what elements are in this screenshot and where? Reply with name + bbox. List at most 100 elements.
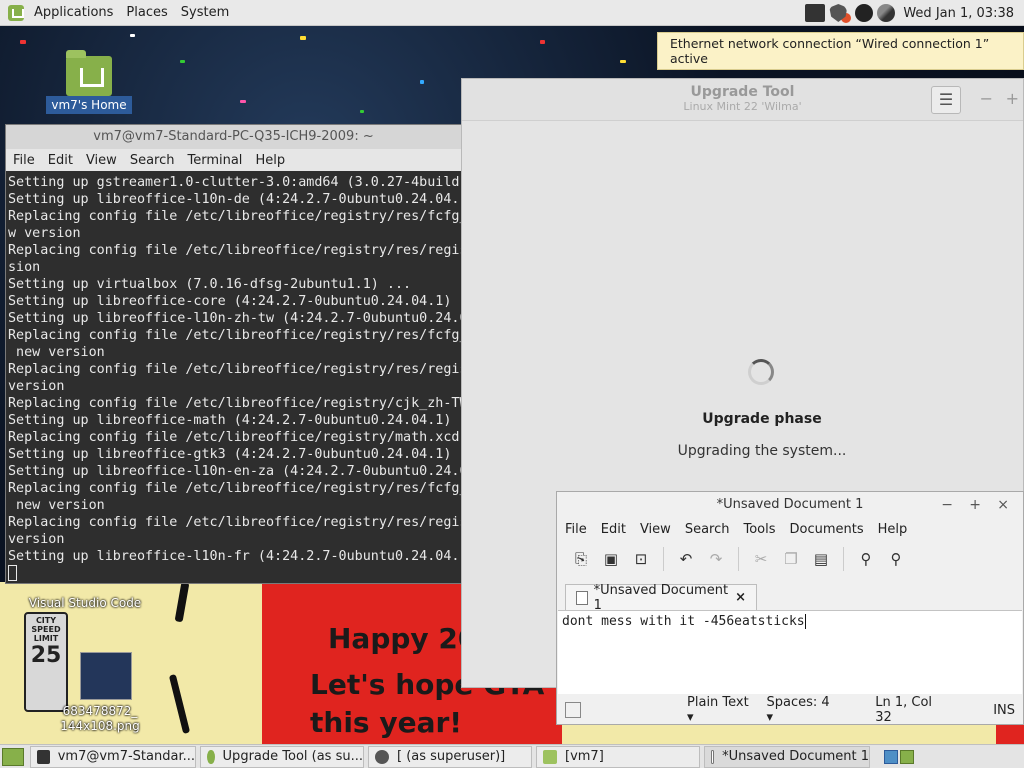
vscode-icon-label: Visual Studio Code [28, 596, 142, 610]
bottom-panel: vm7@vm7-Standar... Upgrade Tool (as su..… [0, 744, 1024, 768]
vscode-desktop-icon[interactable]: Visual Studio Code [22, 596, 148, 610]
cursor-position[interactable]: Ln 1, Col 32 [867, 695, 951, 725]
save-document-icon[interactable]: ⊡ [627, 545, 655, 573]
terminal-menu-file[interactable]: File [6, 153, 41, 168]
confetti [300, 36, 306, 40]
tab-label: *Unsaved Document 1 [593, 582, 729, 613]
home-folder-icon[interactable] [66, 50, 112, 96]
editor-minimize-icon[interactable]: − [941, 492, 953, 518]
find-replace-icon[interactable]: ⚲ [882, 545, 910, 573]
terminal-menu-view[interactable]: View [79, 153, 123, 168]
editor-close-icon[interactable]: × [997, 492, 1009, 518]
copy-icon[interactable]: ❐ [777, 545, 805, 573]
workspace-1-icon[interactable] [884, 749, 898, 764]
confetti [240, 100, 246, 103]
find-icon[interactable]: ⚲ [852, 545, 880, 573]
poster-scribble [174, 582, 190, 623]
tab-close-icon[interactable]: × [735, 590, 746, 605]
upgrade-tool-headerbar[interactable]: Upgrade Tool Linux Mint 22 'Wilma' ☰ − + [462, 79, 1023, 121]
workspace-switcher[interactable] [882, 749, 914, 764]
terminal-menu-edit[interactable]: Edit [41, 153, 79, 168]
terminal-output[interactable]: Setting up gstreamer1.0-clutter-3.0:amd6… [6, 171, 461, 583]
poster-line-1: Happy 20 [328, 622, 478, 655]
taskbar-item-terminal[interactable]: vm7@vm7-Standar... [30, 745, 196, 768]
editor-titlebar[interactable]: *Unsaved Document 1 − + × [557, 492, 1023, 518]
terminal-line: Setting up libreoffice-l10n-fr (4:24.2.7… [8, 549, 461, 564]
terminal-line: sion [8, 260, 41, 275]
taskbar-item-text-editor[interactable]: *Unsaved Document 1 [704, 745, 870, 768]
editor-menu-view[interactable]: View [632, 522, 677, 537]
system-menu[interactable]: System [177, 5, 238, 20]
editor-content: dont mess with it -456eatsticks [562, 614, 805, 629]
network-icon[interactable] [877, 4, 896, 22]
terminal-line: Setting up libreoffice-math (4:24.2.7-0u… [8, 413, 461, 428]
image-file-label[interactable]: 683478872_ 144x108.png [50, 704, 150, 734]
redo-icon[interactable]: ↷ [702, 545, 730, 573]
language-selector[interactable]: Plain Text ▾ [679, 695, 758, 725]
paste-icon[interactable]: ▤ [807, 545, 835, 573]
clock[interactable]: Wed Jan 1, 03:38 [903, 6, 1014, 21]
editor-document-tab[interactable]: *Unsaved Document 1 × [565, 582, 757, 613]
terminal-title[interactable]: vm7@vm7-Standard-PC-Q35-ICH9-2009: ~ [6, 125, 461, 149]
mint-logo-icon[interactable] [8, 4, 24, 21]
mintupdate-icon[interactable] [855, 4, 874, 22]
editor-maximize-icon[interactable]: + [969, 492, 981, 518]
side-panel-toggle-icon[interactable] [565, 702, 582, 718]
speed-limit-sign-image: CITY SPEED LIMIT 25 [24, 612, 68, 712]
editor-menu-documents[interactable]: Documents [782, 522, 870, 537]
system-icon [375, 749, 389, 764]
tab-width-selector[interactable]: Spaces: 4 ▾ [759, 695, 840, 725]
terminal-line: Replacing config file /etc/libreoffice/r… [8, 396, 461, 411]
taskbar-item-files[interactable]: [vm7] [536, 745, 700, 768]
editor-menu-edit[interactable]: Edit [593, 522, 632, 537]
undo-icon[interactable]: ↶ [672, 545, 700, 573]
terminal-cursor [8, 565, 17, 581]
terminal-line: Replacing config file /etc/libreoffice/r… [8, 481, 461, 496]
new-document-icon[interactable]: ⎘ [567, 545, 595, 573]
minimize-icon[interactable]: − [980, 89, 993, 108]
confetti [180, 60, 185, 63]
confetti [620, 60, 626, 63]
taskbar-label: [vm7] [565, 749, 604, 764]
terminal-menu-search[interactable]: Search [123, 153, 181, 168]
taskbar-label: vm7@vm7-Standar... [57, 749, 195, 764]
terminal-line: Replacing config file /etc/libreoffice/r… [8, 430, 460, 445]
terminal-menu-help[interactable]: Help [248, 153, 291, 168]
document-icon [576, 590, 588, 605]
mintupgrade-icon [207, 749, 215, 764]
network-notification[interactable]: Ethernet network connection “Wired conne… [657, 32, 1024, 70]
editor-menu-search[interactable]: Search [677, 522, 736, 537]
volume-icon[interactable] [805, 4, 826, 22]
desktop-icon-label[interactable]: vm7's Home [46, 96, 132, 114]
taskbar-label: Upgrade Tool (as su... [222, 749, 363, 764]
terminal-window[interactable]: vm7@vm7-Standard-PC-Q35-ICH9-2009: ~ Fil… [5, 124, 462, 584]
editor-toolbar: ⎘ ▣ ⊡ ↶ ↷ ✂ ❐ ▤ ⚲ ⚲ [557, 540, 1023, 578]
terminal-icon [37, 749, 50, 764]
terminal-menu-terminal[interactable]: Terminal [180, 153, 248, 168]
open-document-icon[interactable]: ▣ [597, 545, 625, 573]
editor-menu-help[interactable]: Help [870, 522, 914, 537]
workspace-2-icon[interactable] [900, 749, 914, 764]
terminal-line: version [8, 379, 65, 394]
cut-icon[interactable]: ✂ [747, 545, 775, 573]
toolbar-separator [738, 547, 739, 571]
taskbar-item-superuser[interactable]: [ (as superuser)] [368, 745, 532, 768]
editor-statusbar: Plain Text ▾ Spaces: 4 ▾ Ln 1, Col 32 IN… [557, 695, 1023, 725]
maximize-icon[interactable]: + [1006, 89, 1019, 108]
taskbar-label: [ (as superuser)] [397, 749, 506, 764]
hamburger-menu-icon[interactable]: ☰ [931, 86, 961, 114]
places-menu[interactable]: Places [122, 5, 176, 20]
loading-spinner-icon [748, 359, 774, 385]
confetti [420, 80, 424, 84]
toolbar-separator [663, 547, 664, 571]
text-editor-window[interactable]: *Unsaved Document 1 − + × File Edit View… [556, 491, 1024, 725]
taskbar-item-upgrade-tool[interactable]: Upgrade Tool (as su... [200, 745, 364, 768]
editor-menu-file[interactable]: File [557, 522, 593, 537]
editor-menu-tools[interactable]: Tools [735, 522, 781, 537]
show-desktop-icon[interactable] [2, 747, 24, 766]
terminal-line: w version [8, 226, 81, 241]
editor-text-area[interactable]: dont mess with it -456eatsticks [558, 610, 1022, 694]
terminal-line: Setting up libreoffice-gtk3 (4:24.2.7-0u… [8, 447, 461, 462]
applications-menu[interactable]: Applications [30, 5, 122, 20]
image-file-icon[interactable] [80, 652, 132, 700]
